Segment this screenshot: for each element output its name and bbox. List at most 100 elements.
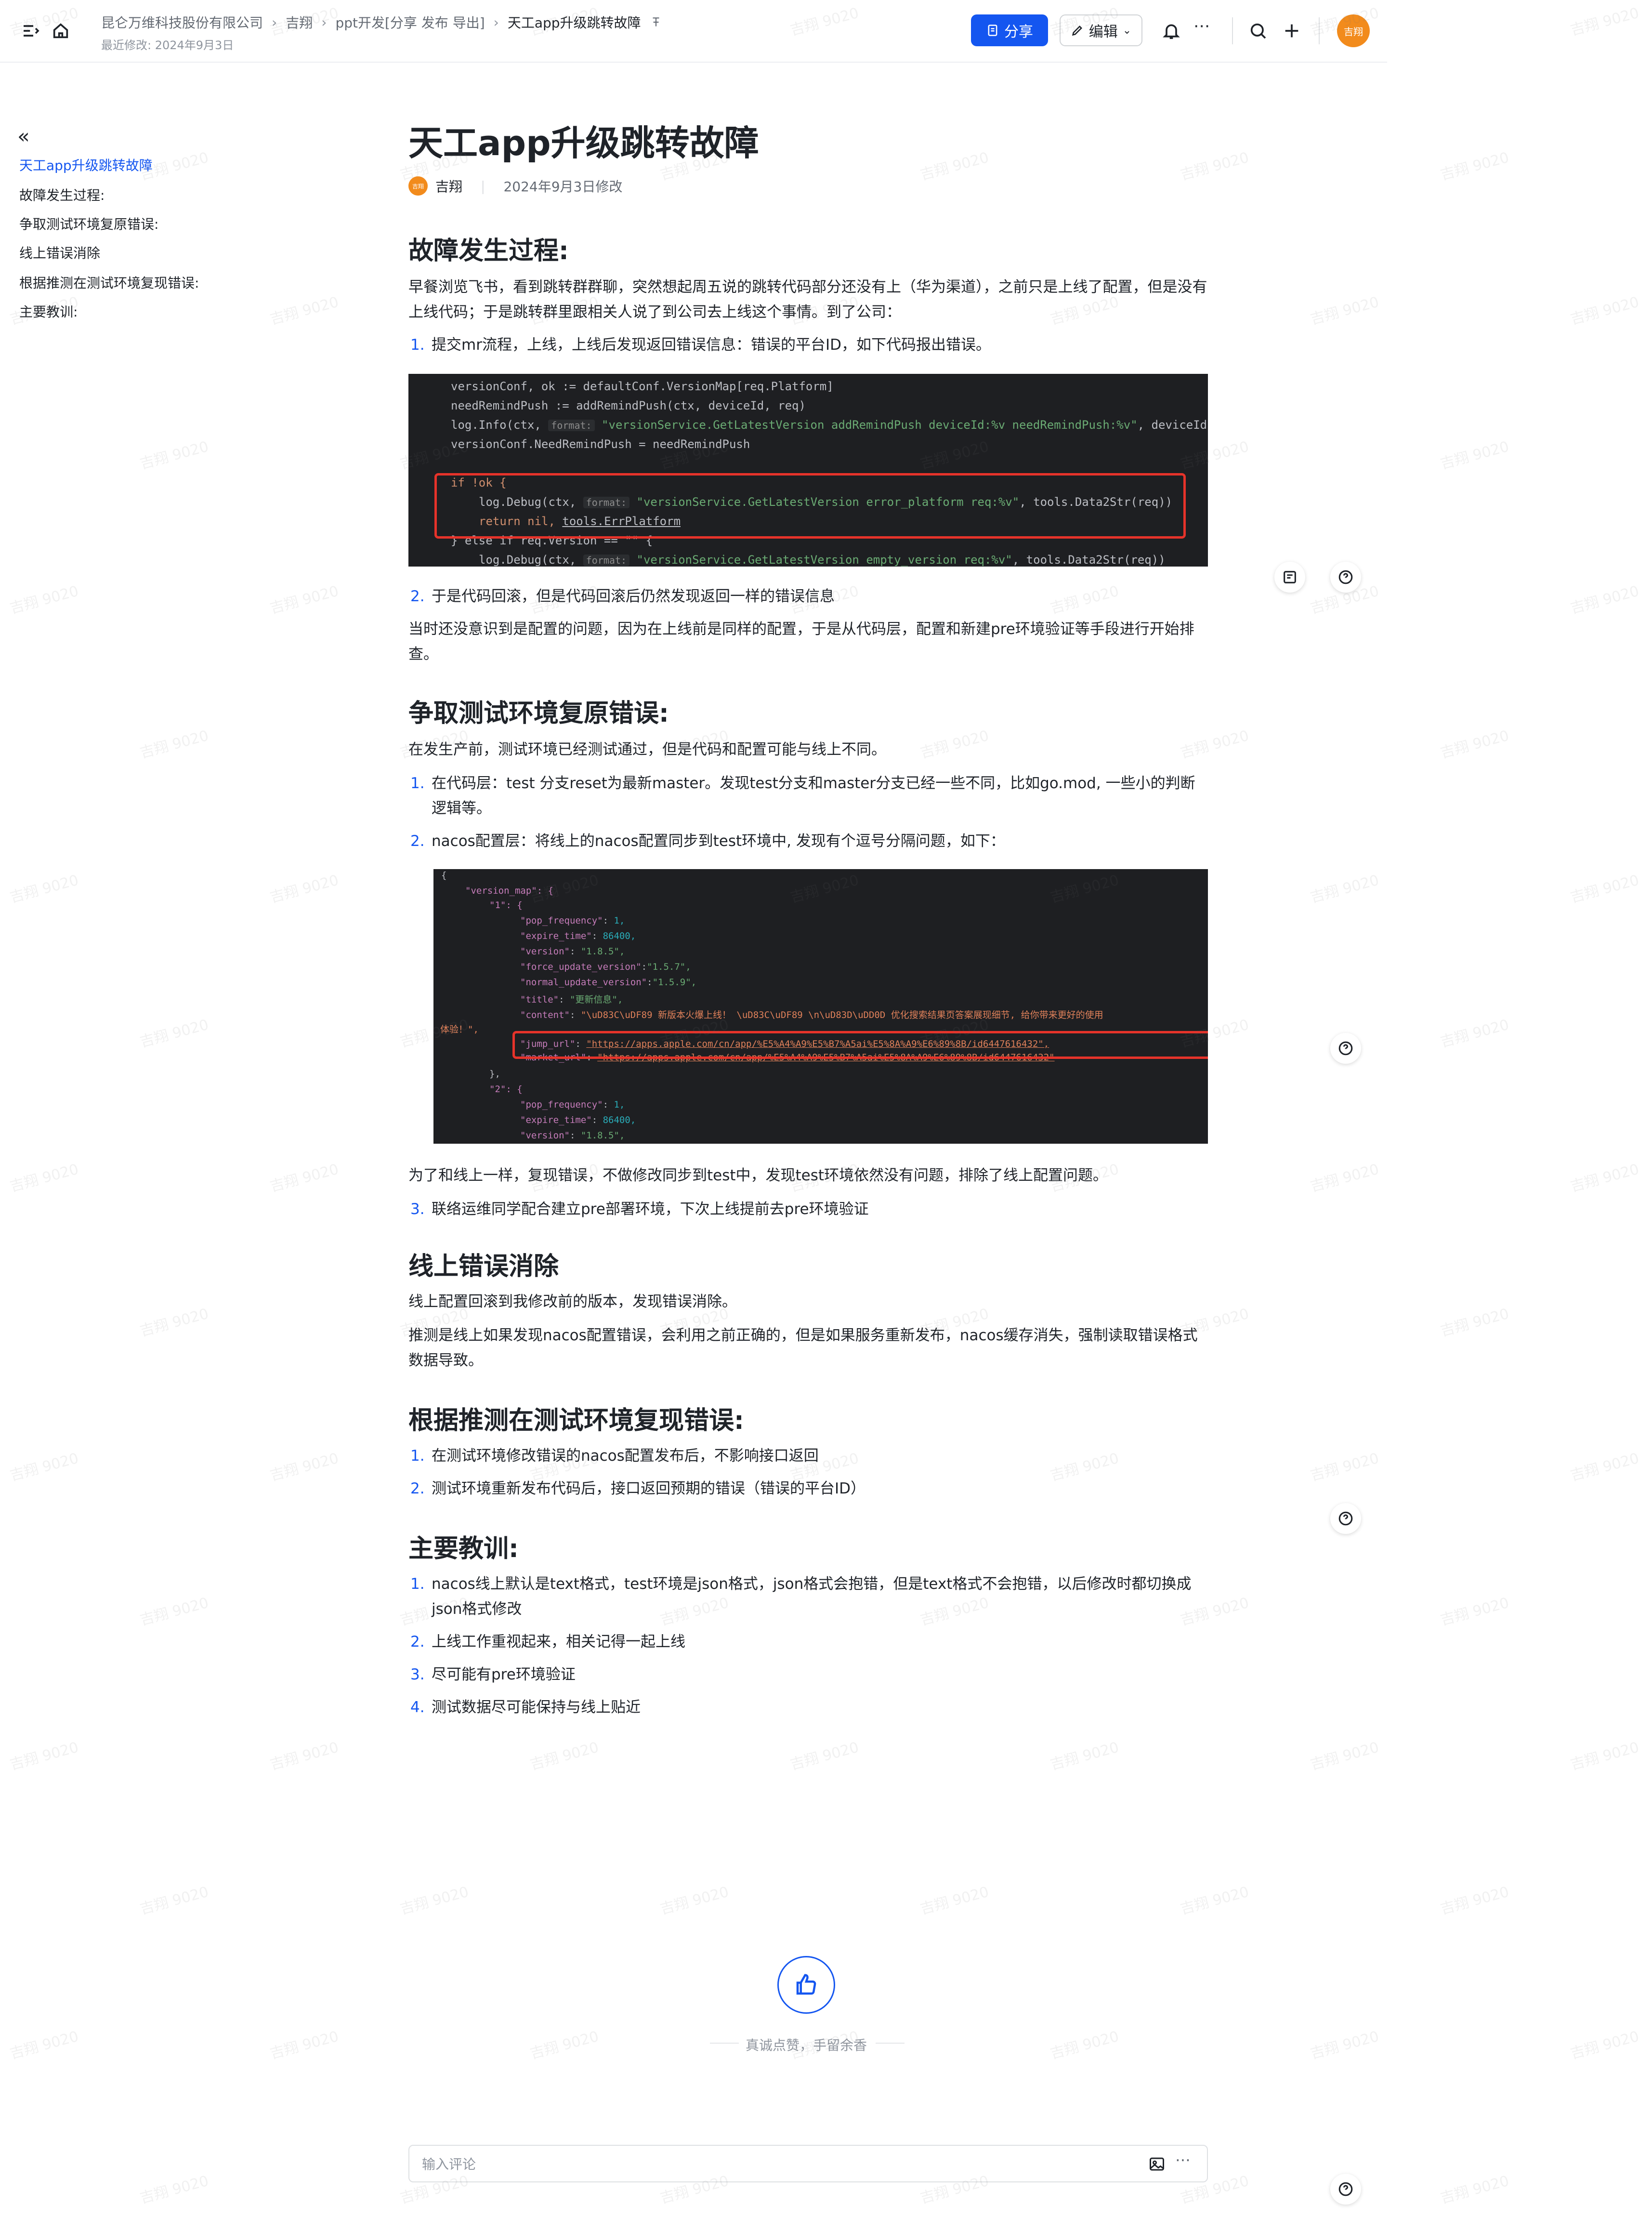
outline-item-s1[interactable]: 故障发生过程: — [19, 185, 105, 204]
watermark-text: 吉翔 9020 — [1308, 1739, 1381, 1774]
code-screenshot-2: { "version_map": { "1": { "pop_frequency… — [433, 869, 1208, 1144]
list-item-text: 测试数据尽可能保持与线上贴近 — [432, 1699, 641, 1716]
watermark-text: 吉翔 9020 — [1438, 438, 1511, 473]
watermark-text: 吉翔 9020 — [138, 1016, 210, 1051]
watermark-text: 吉翔 9020 — [1308, 1161, 1381, 1196]
comment-panel-button[interactable] — [1274, 562, 1305, 593]
list-item-text: nacos线上默认是text格式，test环境是json格式，json格式会抱错… — [432, 1575, 1192, 1618]
edit-label: 编辑 — [1088, 24, 1118, 40]
author-avatar[interactable]: 吉翔 — [408, 176, 428, 196]
help-button[interactable] — [1330, 562, 1361, 593]
list-number: 2. — [410, 1480, 425, 1497]
watermark-text: 吉翔 9020 — [1438, 149, 1511, 184]
watermark-text: 吉翔 9020 — [268, 582, 341, 618]
outline-item-s4[interactable]: 根据推测在测试环境复现错误: — [19, 273, 199, 292]
watermark-text: 吉翔 9020 — [1178, 149, 1251, 184]
comment-box: ⋯ — [408, 2145, 1208, 2182]
top-header: 昆仑万维科技股份有限公司 › 吉翔 › ppt开发[分享 发布 导出] › 天工… — [0, 0, 1387, 63]
chevron-right-icon: › — [321, 14, 327, 30]
code-line: "content": "\uD83C\uDF89 新版本火爆上线！ \uD83C… — [520, 1010, 1103, 1020]
help-icon — [1338, 1511, 1353, 1526]
breadcrumb: 昆仑万维科技股份有限公司 › 吉翔 › ppt开发[分享 发布 导出] › 天工… — [101, 13, 662, 32]
outline-item-s5[interactable]: 主要教训: — [19, 302, 78, 321]
list-number: 3. — [410, 1666, 425, 1683]
chevron-right-icon: › — [493, 14, 499, 30]
error-highlight-box — [512, 1031, 1208, 1059]
watermark-text: 吉翔 9020 — [268, 293, 341, 329]
help-icon — [1338, 570, 1353, 584]
code-line: "1": { — [489, 900, 523, 911]
watermark-text: 吉翔 9020 — [528, 1739, 601, 1774]
code-line: "version_map": { — [465, 885, 554, 896]
bell-icon[interactable] — [1162, 21, 1181, 40]
help-button[interactable] — [1330, 2174, 1361, 2205]
watermark-text: 吉翔 9020 — [268, 872, 341, 907]
pin-icon[interactable] — [650, 16, 662, 28]
outline-toggle-icon[interactable] — [21, 21, 40, 40]
watermark-text: 吉翔 9020 — [1048, 1739, 1121, 1774]
watermark-text: 吉翔 9020 — [1308, 1450, 1381, 1485]
home-icon[interactable] — [51, 21, 70, 40]
watermark-text: 吉翔 9020 — [1438, 1883, 1511, 1918]
watermark-text: 吉翔 9020 — [398, 1883, 471, 1918]
list-number: 1. — [410, 775, 425, 792]
watermark-text: 吉翔 9020 — [1568, 2028, 1641, 2063]
watermark-text: 吉翔 9020 — [8, 582, 80, 618]
search-icon[interactable] — [1248, 21, 1268, 40]
code-screenshot-1: versionConf, ok := defaultConf.VersionMa… — [408, 374, 1208, 567]
outline-item-s3[interactable]: 线上错误消除 — [19, 243, 100, 262]
watermark-text: 吉翔 9020 — [918, 1883, 991, 1918]
watermark-text: 吉翔 9020 — [138, 1883, 210, 1918]
list-item-text: 上线工作重视起来，相关记得一起上线 — [432, 1633, 685, 1651]
list-number: 1. — [410, 1447, 425, 1465]
code-line: "expire_time": 86400, — [520, 1115, 636, 1125]
code-line: "pop_frequency": 1, — [520, 915, 625, 926]
collapse-outline-icon[interactable]: « — [17, 124, 30, 148]
section-heading: 故障发生过程: — [408, 237, 569, 265]
code-line: "2": { — [489, 1084, 523, 1095]
author-name[interactable]: 吉翔 — [435, 176, 462, 196]
image-icon[interactable] — [1148, 2155, 1166, 2173]
section-heading: 争取测试环境复原错误: — [408, 699, 669, 728]
more-icon[interactable]: ⋯ — [1193, 16, 1210, 36]
code-line: "version": "1.8.5", — [520, 1130, 625, 1141]
edit-button[interactable]: 编辑 ⌄ — [1060, 14, 1142, 46]
page-title: 天工app升级跳转故障 — [408, 123, 759, 163]
breadcrumb-item[interactable]: 吉翔 — [286, 13, 313, 32]
like-button[interactable] — [777, 1956, 835, 2014]
watermark-text: 吉翔 9020 — [1438, 1016, 1511, 1051]
help-button[interactable] — [1330, 1503, 1361, 1534]
outline-item-s2[interactable]: 争取测试环境复原错误: — [19, 214, 158, 233]
share-button[interactable]: 分享 — [971, 14, 1048, 46]
list-number: 4. — [410, 1699, 425, 1716]
paragraph: 推测是线上如果发现nacos配置错误，会利用之前正确的，但是如果服务重新发布，n… — [408, 1327, 1198, 1369]
plus-icon[interactable] — [1282, 21, 1301, 40]
watermark-text: 吉翔 9020 — [1438, 2172, 1511, 2207]
help-button[interactable] — [1330, 1033, 1361, 1064]
last-modified: 最近修改: 2024年9月3日 — [101, 39, 234, 52]
user-avatar[interactable]: 吉翔 — [1337, 14, 1370, 47]
outline-item-title[interactable]: 天工app升级跳转故障 — [19, 155, 153, 174]
watermark-text: 吉翔 9020 — [1568, 582, 1641, 618]
watermark-text: 吉翔 9020 — [1438, 1594, 1511, 1629]
help-icon — [1338, 2182, 1353, 2196]
watermark-text: 吉翔 9020 — [1308, 872, 1381, 907]
code-line: "force_update_version":"1.5.7", — [520, 962, 691, 972]
watermark-text: 吉翔 9020 — [8, 2028, 80, 2063]
comment-input[interactable] — [421, 2153, 1097, 2176]
chevron-right-icon: › — [272, 14, 277, 30]
paragraph: 早餐浏览飞书，看到跳转群群聊，突然想起周五说的跳转代码部分还没有上（华为渠道），… — [408, 278, 1207, 321]
list-item-text: 尽可能有pre环境验证 — [432, 1666, 576, 1683]
thumbs-up-icon — [796, 1974, 816, 1995]
breadcrumb-item[interactable]: 昆仑万维科技股份有限公司 — [101, 13, 263, 32]
watermark-text: 吉翔 9020 — [1438, 1305, 1511, 1340]
share-icon — [988, 25, 997, 36]
more-icon[interactable]: ⋯ — [1175, 2151, 1191, 2169]
watermark-text: 吉翔 9020 — [138, 727, 210, 762]
watermark-text: 吉翔 9020 — [1308, 293, 1381, 329]
list-item-text: 在代码层：test 分支reset为最新master。发现test分支和mast… — [432, 775, 1195, 817]
code-line: "pop_frequency": 1, — [520, 1099, 625, 1110]
list-item-text: 联络运维同学配合建立pre部署环境，下次上线提前去pre环境验证 — [432, 1201, 869, 1218]
list-number: 2. — [410, 588, 425, 605]
breadcrumb-item[interactable]: ppt开发[分享 发布 导出] — [335, 13, 485, 32]
